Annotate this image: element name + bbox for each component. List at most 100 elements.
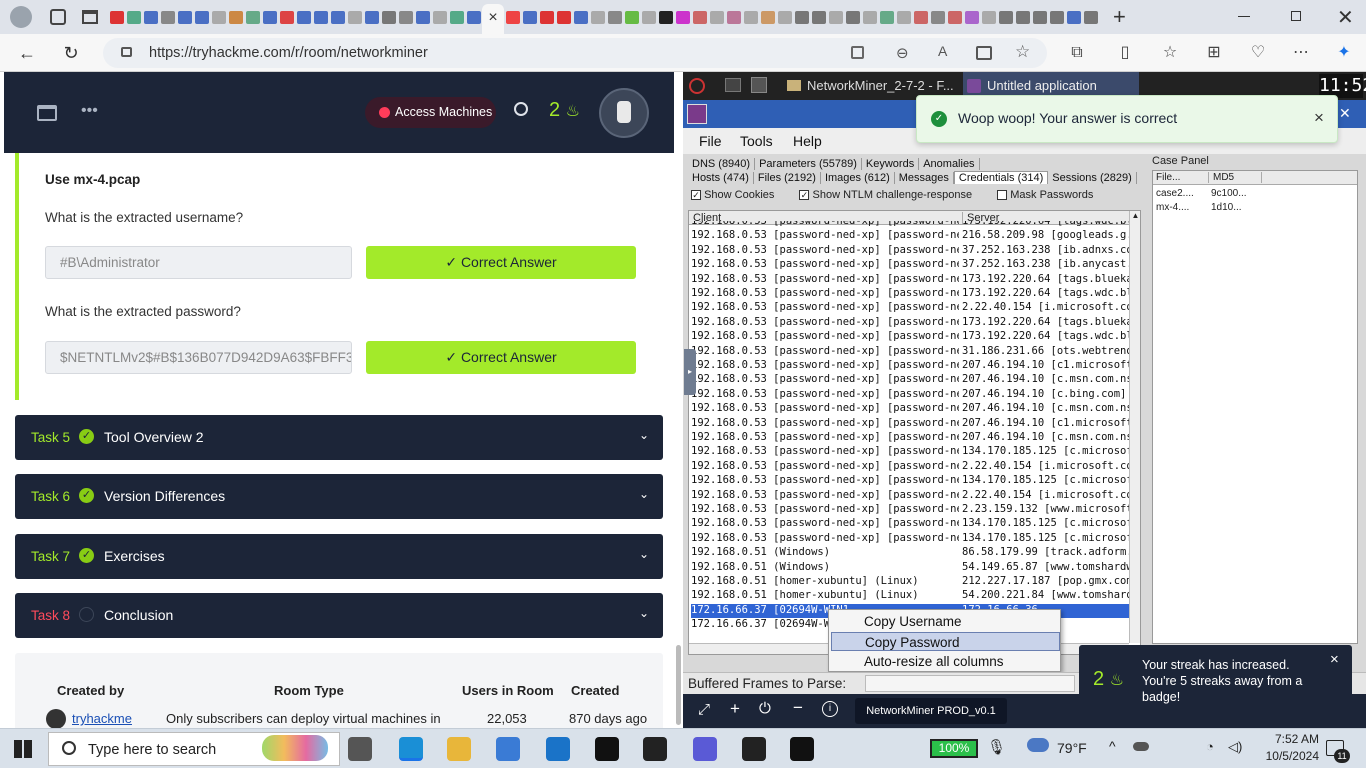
tab-favicon-icon[interactable] (930, 10, 945, 24)
copy-password-item[interactable]: Copy Password (831, 632, 1060, 651)
collections-icon[interactable]: ⊞ (1203, 42, 1225, 64)
tab-favicon-icon[interactable] (879, 10, 894, 24)
credential-row[interactable]: 192.168.0.53 [password-ned-xp] [password… (691, 474, 1130, 488)
password-correct-button[interactable]: ✓ Correct Answer (366, 341, 636, 374)
credential-row[interactable]: 192.168.0.53 [password-ned-xp] [password… (691, 445, 1130, 459)
show-ntlm-checkbox[interactable]: ✓ (799, 190, 810, 201)
grid-vscrollbar[interactable]: ▲ (1129, 211, 1140, 643)
tab-favicon-icon[interactable] (624, 10, 639, 24)
menu-help[interactable]: Help (793, 133, 822, 149)
toast-close-icon[interactable]: × (1314, 108, 1324, 128)
credential-row[interactable]: 192.168.0.53 [password-ned-xp] [password… (691, 517, 1130, 531)
nm-close-icon[interactable]: ✕ (1339, 105, 1351, 122)
search-highlight-balloons-icon[interactable] (262, 735, 328, 761)
credential-row[interactable]: 192.168.0.53 [password-ned-xp] [password… (691, 244, 1130, 258)
tab-favicon-icon[interactable] (760, 10, 775, 24)
credential-row[interactable]: 192.168.0.53 [password-ned-xp] [password… (691, 402, 1130, 416)
tab-favicon-icon[interactable] (381, 10, 396, 24)
microsoft-store-icon[interactable] (496, 737, 520, 761)
scroll-up-arrow-icon[interactable]: ▲ (1130, 211, 1140, 220)
credential-row[interactable]: 192.168.0.51 (Windows) 54.149.65.87 [www.… (691, 561, 1130, 575)
read-aloud-icon[interactable]: A (938, 43, 947, 59)
tab-favicon-icon[interactable] (1032, 10, 1047, 24)
copilot-app-icon[interactable] (693, 737, 717, 761)
more-options-icon[interactable]: ••• (81, 102, 98, 120)
tab-favicon-icon[interactable] (692, 10, 707, 24)
nm-tab[interactable]: Anomalies (919, 158, 980, 170)
tiktok-icon[interactable] (595, 737, 619, 761)
tab-favicon-icon[interactable] (896, 10, 911, 24)
vm-start-icon[interactable] (689, 78, 705, 94)
credential-row[interactable]: 192.168.0.53 [password-ned-xp] [password… (691, 330, 1130, 344)
tab-favicon-icon[interactable] (432, 10, 447, 24)
case-file-row[interactable]: case2.... 9c100... (1156, 188, 1356, 199)
workspaces-icon[interactable] (50, 9, 66, 25)
tab-favicon-icon[interactable] (726, 10, 741, 24)
tab-favicon-icon[interactable] (143, 10, 158, 24)
tab-favicon-icon[interactable] (743, 10, 758, 24)
tab-favicon-icon[interactable] (347, 10, 362, 24)
streak-popup-close-icon[interactable]: × (1330, 651, 1339, 668)
tab-favicon-icon[interactable] (845, 10, 860, 24)
nm-tab[interactable]: Credentials (314) (953, 171, 1049, 184)
tab-favicon-icon[interactable] (466, 10, 481, 24)
tab-list-right[interactable] (504, 0, 1099, 34)
tab-favicon-icon[interactable] (539, 10, 554, 24)
url-text[interactable]: https://tryhackme.com/r/room/networkmine… (149, 45, 428, 61)
access-machines-button[interactable]: Access Machines (365, 97, 496, 128)
credential-row[interactable]: 192.168.0.53 [password-ned-xp] [password… (691, 373, 1130, 387)
capcut-icon[interactable] (790, 737, 814, 761)
task-row[interactable]: Task 8 Conclusion ⌄ (15, 593, 663, 638)
tab-favicon-icon[interactable] (398, 10, 413, 24)
search-icon[interactable] (514, 102, 528, 116)
credential-row[interactable]: 192.168.0.53 [password-ned-xp] [password… (691, 301, 1130, 315)
panel-splitter-handle[interactable]: ▸ (684, 349, 696, 395)
split-view-icon[interactable] (37, 105, 57, 121)
credential-row[interactable]: 192.168.0.53 [password-ned-xp] [password… (691, 489, 1130, 503)
tab-favicon-icon[interactable] (590, 10, 605, 24)
nm-tab[interactable]: DNS (8940) (688, 158, 756, 170)
tab-favicon-icon[interactable] (811, 10, 826, 24)
nm-tab[interactable]: Keywords (861, 158, 920, 170)
minimize-window-button[interactable] (1238, 16, 1250, 17)
tab-favicon-icon[interactable] (126, 10, 141, 24)
tab-favicon-icon[interactable] (330, 10, 345, 24)
browser-essentials-icon[interactable]: ♡ (1247, 42, 1269, 64)
active-tab[interactable]: × (482, 4, 504, 34)
immersive-reader-icon[interactable] (976, 46, 992, 60)
credential-row[interactable]: 192.168.0.53 [password-ned-xp] [password… (691, 229, 1130, 243)
tab-list[interactable] (108, 0, 482, 34)
username-answer-field[interactable]: #B\Administrator (45, 246, 352, 279)
credential-row[interactable]: 192.168.0.53 [password-ned-xp] [password… (691, 273, 1130, 287)
credential-row[interactable]: 192.168.0.53 [password-ned-xp] [password… (691, 287, 1130, 301)
credential-row[interactable]: 192.168.0.53 [password-ned-xp] [password… (691, 221, 1130, 229)
fullscreen-icon[interactable]: ⤢ (698, 701, 710, 718)
task-row[interactable]: Task 6 ✓ Version Differences ⌄ (15, 474, 663, 519)
password-answer-field[interactable]: $NETNTLMv2$#B$136B077D942D9A63$FBFF3C (45, 341, 352, 374)
chevron-down-icon[interactable]: ⌄ (639, 547, 649, 561)
info-icon[interactable]: i (822, 701, 838, 717)
battery-indicator[interactable]: 100% (930, 739, 978, 758)
task-view-icon[interactable] (348, 737, 372, 761)
case-col-file[interactable]: File... (1156, 172, 1180, 183)
close-window-button[interactable]: ✕ (1337, 5, 1354, 30)
affinity-icon[interactable] (742, 737, 766, 761)
amazon-icon[interactable] (643, 737, 667, 761)
case-col-md5[interactable]: MD5 (1208, 172, 1262, 183)
windows-start-icon[interactable] (14, 740, 32, 758)
tab-favicon-icon[interactable] (1066, 10, 1081, 24)
extensions-icon[interactable]: ⧉ (1066, 42, 1088, 64)
tab-favicon-icon[interactable] (262, 10, 277, 24)
refresh-icon[interactable]: ↻ (59, 41, 83, 65)
tab-favicon-icon[interactable] (964, 10, 979, 24)
edge-browser-icon[interactable] (399, 737, 423, 761)
tray-chevron-icon[interactable]: ^ (1109, 738, 1116, 754)
left-scrollbar[interactable] (676, 645, 681, 725)
nm-tab[interactable]: Messages (894, 172, 954, 184)
nm-tab[interactable]: Parameters (55789) (755, 158, 862, 170)
mail-icon[interactable] (546, 737, 570, 761)
volume-icon[interactable]: ◁) (1228, 739, 1242, 755)
clock-time[interactable]: 7:52 AM (1259, 732, 1319, 746)
nm-tab[interactable]: Files (2192) (753, 172, 821, 184)
nm-tab[interactable]: Images (612) (820, 172, 895, 184)
